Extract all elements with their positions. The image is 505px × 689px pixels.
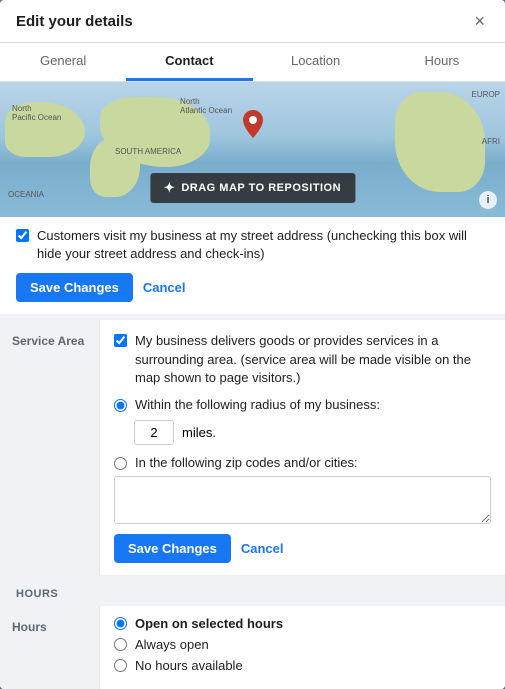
service-area-label: Service Area — [0, 320, 100, 575]
street-address-cancel-button[interactable]: Cancel — [143, 280, 186, 295]
map-label-oceania: OCEANIA — [8, 190, 44, 199]
hours-header: HOURS — [0, 575, 505, 606]
hours-radio-row-none: No hours available — [114, 658, 491, 673]
map-label-pacific: NorthPacific Ocean — [12, 104, 61, 122]
tab-bar: General Contact Location Hours — [0, 43, 505, 82]
map-label-africa: AFRI — [482, 137, 500, 146]
miles-label: miles. — [182, 425, 216, 440]
service-area-section: Service Area My business delivers goods … — [0, 320, 505, 575]
radius-input[interactable] — [134, 420, 174, 445]
hours-none-radio[interactable] — [114, 659, 127, 672]
service-area-checkbox[interactable] — [114, 334, 127, 347]
hours-always-radio[interactable] — [114, 638, 127, 651]
hours-section-header: HOURS — [16, 588, 58, 600]
street-address-section: Customers visit my business at my street… — [0, 217, 505, 314]
tab-contact[interactable]: Contact — [126, 43, 252, 81]
street-address-checkbox[interactable] — [16, 229, 29, 242]
street-address-checkbox-row: Customers visit my business at my street… — [16, 227, 489, 263]
map-decoration — [90, 137, 140, 197]
map-area[interactable]: NorthPacific Ocean NorthAtlantic Ocean S… — [0, 82, 505, 217]
zipcode-radio-row: In the following zip codes and/or cities… — [114, 455, 491, 470]
map-decoration — [395, 92, 485, 192]
modal-header: Edit your details × — [0, 0, 505, 43]
hours-selected-radio[interactable] — [114, 617, 127, 630]
service-area-save-button[interactable]: Save Changes — [114, 534, 231, 563]
map-pin — [243, 110, 263, 138]
hours-radio-row-selected: Open on selected hours — [114, 616, 491, 631]
map-label-europe: EUROP — [472, 90, 500, 99]
hours-none-label: No hours available — [135, 658, 243, 673]
street-address-btn-row: Save Changes Cancel — [16, 273, 489, 302]
edit-details-modal: Edit your details × General Contact Loca… — [0, 0, 505, 689]
modal-title: Edit your details — [16, 13, 133, 30]
close-button[interactable]: × — [470, 12, 489, 30]
tab-location[interactable]: Location — [253, 43, 379, 81]
hours-content: Open on selected hours Always open No ho… — [100, 606, 505, 689]
hours-body: Hours Open on selected hours Always open… — [0, 606, 505, 689]
service-area-content: My business delivers goods or provides s… — [100, 320, 505, 575]
service-area-btn-row: Save Changes Cancel — [114, 534, 491, 563]
radius-radio-row: Within the following radius of my busine… — [114, 397, 491, 412]
service-area-cancel-button[interactable]: Cancel — [241, 541, 284, 556]
zipcode-radio[interactable] — [114, 457, 127, 470]
service-area-checkbox-label: My business delivers goods or provides s… — [135, 332, 491, 387]
zipcode-input[interactable] — [114, 476, 491, 524]
tab-general[interactable]: General — [0, 43, 126, 81]
service-area-checkbox-row: My business delivers goods or provides s… — [114, 332, 491, 387]
drag-icon: ✦ — [164, 180, 175, 196]
radius-radio[interactable] — [114, 399, 127, 412]
map-label-atlantic: NorthAtlantic Ocean — [180, 97, 232, 115]
hours-radio-row-always: Always open — [114, 637, 491, 652]
radius-input-row: miles. — [134, 420, 491, 445]
hours-section: HOURS Hours Open on selected hours Alway… — [0, 575, 505, 689]
hours-always-label: Always open — [135, 637, 209, 652]
map-info-button[interactable]: i — [479, 191, 497, 209]
zipcode-radio-label: In the following zip codes and/or cities… — [135, 455, 358, 470]
hours-label: Hours — [0, 606, 100, 689]
drag-map-button[interactable]: ✦ DRAG MAP TO REPOSITION — [150, 173, 355, 203]
radius-radio-label: Within the following radius of my busine… — [135, 397, 380, 412]
modal-body: NorthPacific Ocean NorthAtlantic Ocean S… — [0, 82, 505, 689]
street-address-label: Customers visit my business at my street… — [37, 227, 489, 263]
map-label-south-america: SOUTH AMERICA — [115, 147, 181, 156]
street-address-save-button[interactable]: Save Changes — [16, 273, 133, 302]
hours-selected-label: Open on selected hours — [135, 616, 283, 631]
tab-hours[interactable]: Hours — [379, 43, 505, 81]
